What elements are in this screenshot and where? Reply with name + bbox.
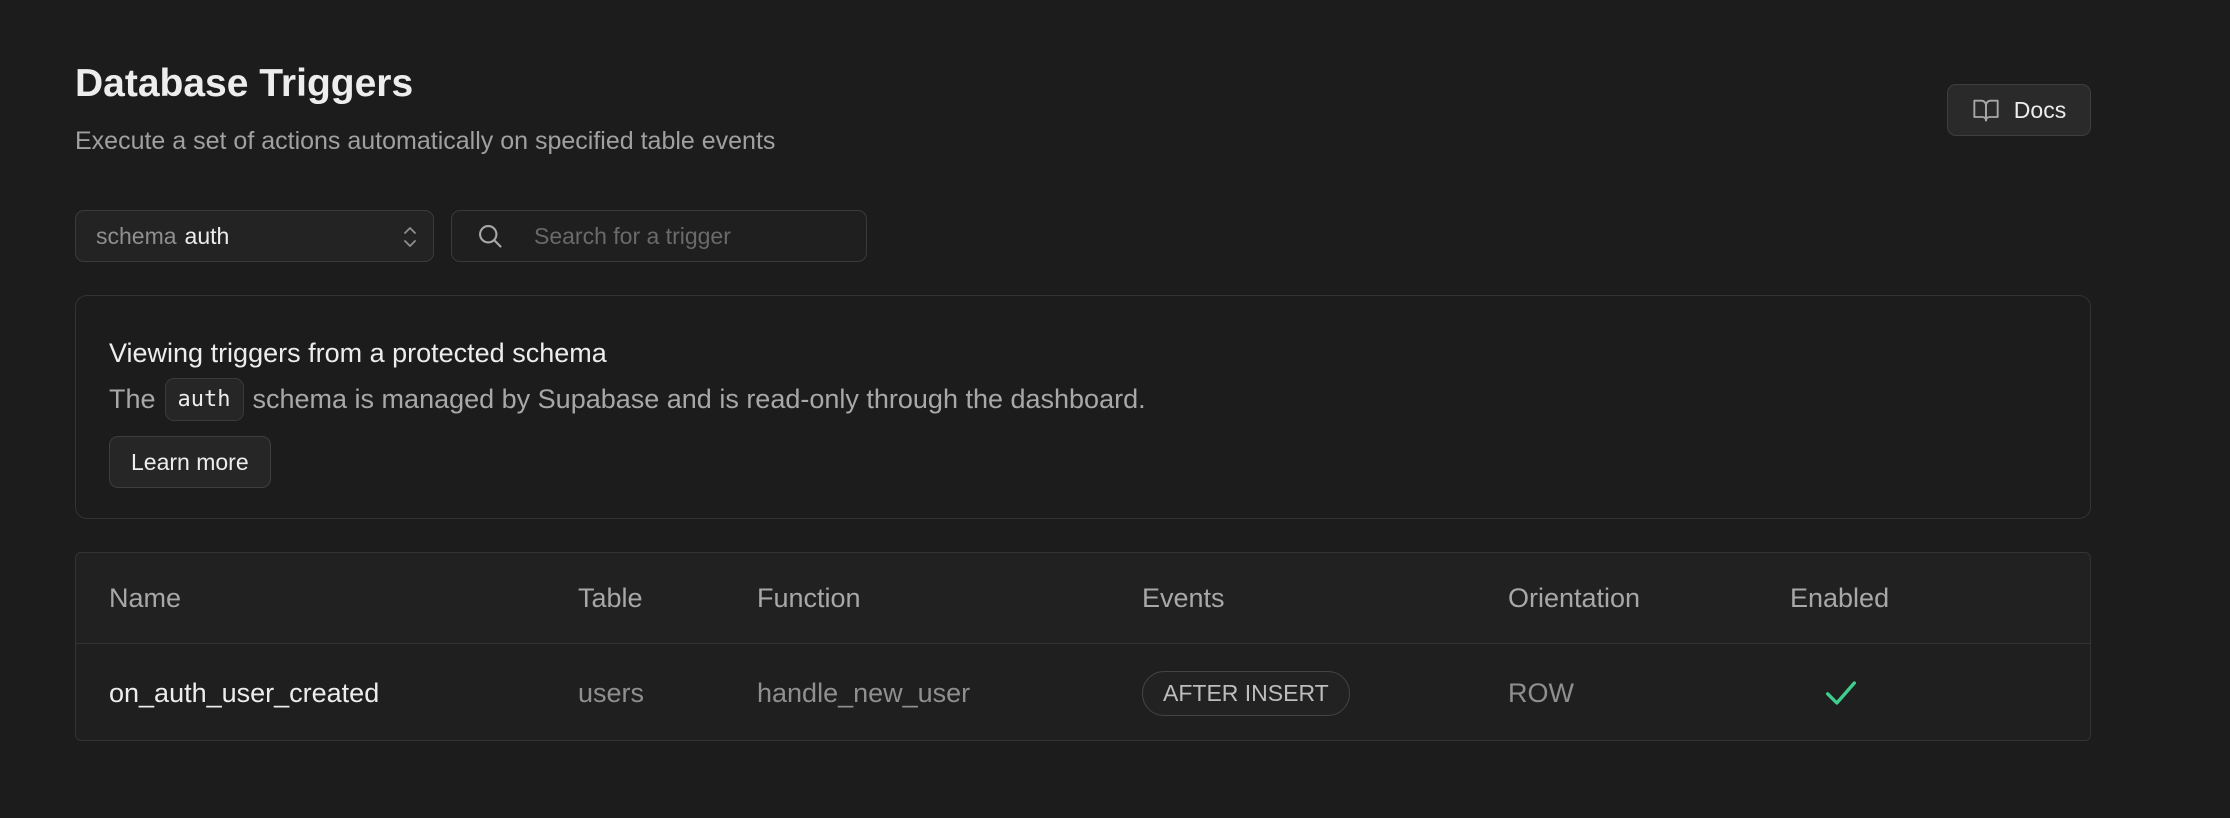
chevrons-up-down-icon — [404, 227, 416, 247]
column-header-enabled: Enabled — [1790, 582, 1890, 613]
notice-body-suffix: schema is managed by Supabase and is rea… — [252, 384, 1146, 414]
event-badge: AFTER INSERT — [1142, 670, 1350, 716]
trigger-orientation: ROW — [1508, 677, 1574, 708]
table-row[interactable]: on_auth_user_created users handle_new_us… — [76, 644, 2090, 740]
column-header-name: Name — [109, 582, 182, 613]
notice-body-prefix: The — [109, 384, 156, 414]
column-header-orientation: Orientation — [1508, 582, 1641, 613]
trigger-name: on_auth_user_created — [109, 677, 380, 708]
column-header-function: Function — [757, 582, 861, 613]
check-icon — [1826, 681, 1856, 705]
column-header-table: Table — [578, 582, 643, 613]
trigger-function: handle_new_user — [757, 677, 971, 708]
triggers-table: Name Table Function Events Orientation E… — [75, 552, 2091, 741]
schema-selector-value: auth — [184, 222, 230, 249]
trigger-enabled — [1821, 644, 1861, 740]
database-triggers-page: Database Triggers Execute a set of actio… — [0, 0, 2230, 818]
docs-button-label: Docs — [2013, 96, 2067, 123]
learn-more-button[interactable]: Learn more — [109, 436, 271, 488]
notice-body: The auth schema is managed by Supabase a… — [109, 378, 1146, 421]
page-subtitle: Execute a set of actions automatically o… — [75, 127, 776, 155]
search-icon — [479, 225, 502, 248]
notice-title: Viewing triggers from a protected schema — [109, 338, 607, 368]
page-title: Database Triggers — [75, 62, 414, 105]
book-open-icon — [1973, 99, 1999, 122]
trigger-events: AFTER INSERT — [1142, 644, 1350, 740]
protected-schema-notice: Viewing triggers from a protected schema… — [75, 295, 2091, 519]
column-header-events: Events — [1142, 582, 1225, 613]
docs-button[interactable]: Docs — [1947, 84, 2091, 136]
trigger-search — [451, 210, 867, 262]
notice-schema-code: auth — [164, 378, 244, 421]
schema-selector-label: schema — [96, 222, 177, 249]
schema-selector[interactable]: schema auth — [75, 210, 434, 262]
trigger-table: users — [578, 677, 645, 708]
table-header: Name Table Function Events Orientation E… — [76, 553, 2090, 644]
search-input[interactable] — [534, 222, 834, 250]
